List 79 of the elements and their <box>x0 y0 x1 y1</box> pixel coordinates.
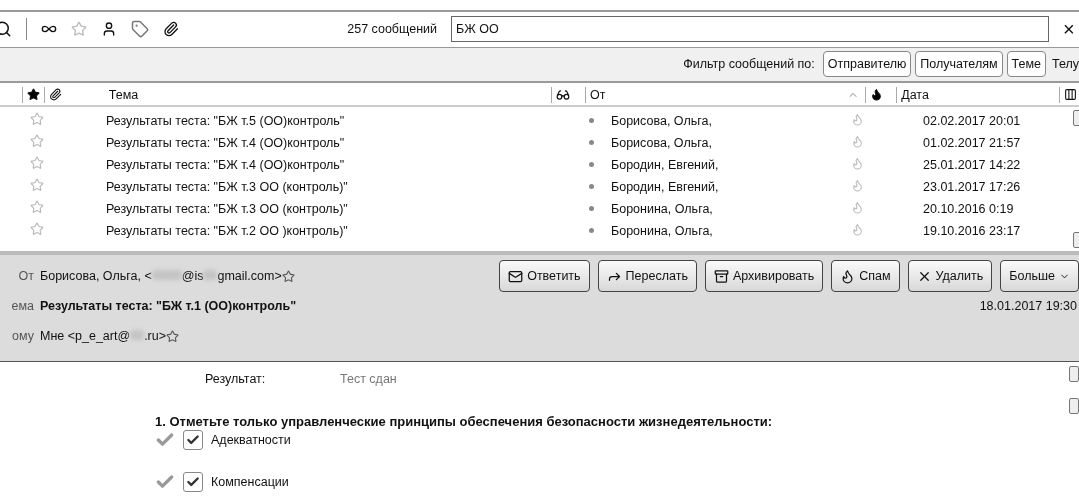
field-label: ема <box>10 299 35 314</box>
message-date: 18.01.2017 19:30 <box>979 299 1078 314</box>
filter-button[interactable]: Получателям <box>915 51 1003 78</box>
read-dot <box>589 228 594 234</box>
forward-button[interactable]: Переслать <box>597 260 697 293</box>
checkbox[interactable] <box>183 472 203 492</box>
paperclip-icon[interactable] <box>163 21 179 38</box>
search-field[interactable]: БЖ ОО <box>451 16 1049 43</box>
recipient-text: Мне <p_e_art@ .ru> <box>40 329 166 344</box>
read-dot <box>589 118 594 124</box>
check-icon <box>186 433 200 447</box>
archive-button[interactable]: Архивировать <box>704 260 824 293</box>
table-cell-text: Борисова, Ольга, <box>611 135 713 150</box>
table-cell-text: 01.02.2017 21:57 <box>923 135 1022 150</box>
field-label: ому <box>11 329 35 344</box>
read-dot <box>589 162 594 168</box>
checkbox[interactable] <box>183 430 203 450</box>
glasses-icon[interactable] <box>556 87 571 102</box>
archive-icon <box>713 268 729 284</box>
paperclip-icon[interactable] <box>48 88 62 102</box>
result-label: Результат: <box>205 372 267 386</box>
table-cell-text: Результаты теста: "БЖ т.4 (ОО)контроль" <box>106 157 346 172</box>
table-cell-text: 02.02.2017 20:01 <box>923 113 1022 128</box>
table-cell-text: Результаты теста: "БЖ т.4 (ОО)контроль" <box>106 135 346 150</box>
scroll-thumb[interactable] <box>1069 398 1079 414</box>
message-count: 257 сообщений <box>347 22 437 37</box>
reply-icon <box>508 268 524 284</box>
star-icon[interactable] <box>30 156 44 171</box>
person-icon[interactable] <box>101 21 117 38</box>
result-value: Тест сдан <box>340 372 397 386</box>
table-cell-text: Результаты теста: "БЖ т.3 ОО (контроль)" <box>106 201 349 216</box>
read-dot <box>589 184 594 190</box>
column-header[interactable]: Тема <box>108 87 139 102</box>
filter-button[interactable]: Теме <box>1006 51 1046 78</box>
read-dot <box>589 140 594 146</box>
table-cell-text: Боронина, Ольга, <box>611 201 714 216</box>
column-header[interactable]: Дата <box>901 87 929 102</box>
clear-button[interactable]: × <box>1063 17 1077 41</box>
reply-button[interactable]: Ответить <box>499 260 590 293</box>
tag-icon[interactable] <box>131 20 149 39</box>
answer-label: Адекватности <box>211 433 291 447</box>
table-cell-text: Боронина, Ольга, <box>611 223 714 238</box>
filter-button[interactable]: Телу <box>1050 51 1079 78</box>
star-icon[interactable] <box>26 88 40 102</box>
star-icon[interactable] <box>30 178 44 193</box>
star-icon[interactable] <box>281 269 295 283</box>
column-header[interactable]: От <box>589 87 606 102</box>
flame-icon[interactable] <box>869 88 883 102</box>
sender-text: Борисова, Ольга, < @is gmail.com> <box>40 269 282 284</box>
check-icon <box>186 475 200 489</box>
table-cell-text: 23.01.2017 17:26 <box>923 179 1022 194</box>
star-icon[interactable] <box>30 112 44 127</box>
star-icon[interactable] <box>30 200 44 215</box>
star-icon[interactable] <box>30 222 44 237</box>
read-dot <box>589 206 594 212</box>
table-cell-text: Результаты теста: "БЖ т.3 ОО (контроль)" <box>106 179 349 194</box>
answer-label: Компенсации <box>211 475 289 489</box>
table-cell-text: Результаты теста: "БЖ т.5 (ОО)контроль" <box>106 113 346 128</box>
table-cell-text: Бородин, Евгений, <box>611 157 720 172</box>
scroll-up-button[interactable] <box>1069 366 1079 382</box>
filter-label: Фильтр сообщений по: <box>683 57 815 72</box>
question-text: 1. Отметьте только управленческие принципы обеспечения безопасности жизнедеятельности: <box>155 414 774 429</box>
subject-text: Результаты теста: "БЖ т.1 (ОО)контроль" <box>40 299 297 314</box>
table-cell-text: 19.10.2016 23:17 <box>923 223 1022 238</box>
more-button[interactable]: Больше <box>1000 260 1079 293</box>
star-icon[interactable] <box>166 329 179 343</box>
search-icon[interactable] <box>0 20 12 39</box>
column-picker-icon[interactable] <box>1064 88 1078 102</box>
table-cell-text: Результаты теста: "БЖ т.2 ОО )контроль)" <box>106 223 349 238</box>
delete-button[interactable]: Удалить <box>907 260 993 293</box>
filter-button[interactable]: Отправителю <box>822 51 912 78</box>
table-cell-text: Бородин, Евгений, <box>611 179 720 194</box>
table-cell-text: 20.10.2016 0:19 <box>923 201 1015 216</box>
table-cell-text: Борисова, Ольга, <box>611 113 713 128</box>
star-icon[interactable] <box>71 21 87 38</box>
field-label: От <box>17 269 35 284</box>
table-cell-text: 25.01.2017 14:22 <box>923 157 1022 172</box>
spam-button[interactable]: Спам <box>831 260 900 293</box>
star-icon[interactable] <box>30 134 44 149</box>
